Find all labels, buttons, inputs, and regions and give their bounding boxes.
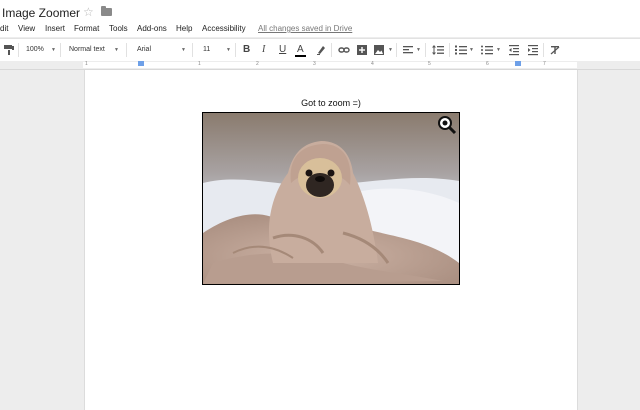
style-select[interactable]: Normal text [69, 46, 105, 53]
ruler-number: 6 [486, 61, 489, 67]
toolbar-divider [126, 43, 127, 57]
insert-image-icon[interactable] [373, 44, 385, 56]
menu-edit[interactable]: dit [0, 24, 8, 33]
numbered-list-icon[interactable] [455, 44, 467, 56]
save-status-link[interactable]: All changes saved in Drive [258, 24, 352, 33]
page-caption: Got to zoom =) [301, 98, 361, 108]
menu-format[interactable]: Format [74, 24, 99, 33]
menu-tools[interactable]: Tools [109, 24, 128, 33]
magnifier-zoom-icon[interactable] [437, 115, 457, 135]
toolbar-divider [18, 43, 19, 57]
menu-view[interactable]: View [18, 24, 35, 33]
chevron-down-icon: ▼ [416, 47, 421, 53]
toolbar-divider [331, 43, 332, 57]
underline-icon[interactable]: U [279, 44, 286, 56]
ruler-page-area [83, 62, 577, 68]
paint-format-icon[interactable] [3, 44, 15, 56]
clear-formatting-icon[interactable] [549, 44, 561, 56]
ruler-number: 7 [543, 61, 546, 67]
menu-bar: dit View Insert Format Tools Add-ons Hel… [0, 21, 640, 37]
line-spacing-icon[interactable] [432, 44, 444, 56]
text-color-bar [295, 55, 306, 57]
toolbar-divider [449, 43, 450, 57]
indent-marker[interactable] [138, 61, 144, 66]
chevron-down-icon: ▼ [114, 47, 119, 53]
menu-addons[interactable]: Add-ons [137, 24, 167, 33]
link-icon[interactable] [338, 44, 350, 56]
chevron-down-icon: ▼ [51, 47, 56, 53]
ruler-number: 5 [428, 61, 431, 67]
toolbar-divider [543, 43, 544, 57]
increase-indent-icon[interactable] [527, 44, 539, 56]
menu-accessibility[interactable]: Accessibility [202, 24, 246, 33]
pug-photo[interactable] [203, 113, 459, 284]
chevron-down-icon: ▼ [181, 47, 186, 53]
toolbar-divider [192, 43, 193, 57]
highlight-pen-icon[interactable] [315, 44, 327, 56]
ruler-number: 1 [85, 61, 88, 67]
align-left-icon[interactable] [402, 44, 414, 56]
italic-icon[interactable]: I [262, 44, 265, 56]
menu-help[interactable]: Help [176, 24, 192, 33]
chevron-down-icon: ▼ [496, 47, 501, 53]
toolbar-divider [425, 43, 426, 57]
toolbar-divider [235, 43, 236, 57]
ruler-number: 4 [371, 61, 374, 67]
decrease-indent-icon[interactable] [508, 44, 520, 56]
star-icon[interactable]: ☆ [83, 5, 94, 19]
chevron-down-icon: ▼ [469, 47, 474, 53]
chevron-down-icon: ▼ [388, 47, 393, 53]
zoomable-image[interactable] [202, 112, 460, 285]
font-select[interactable]: Arial [137, 46, 151, 53]
zoom-select[interactable]: 100% [26, 46, 44, 53]
toolbar-divider [396, 43, 397, 57]
bold-icon[interactable]: B [243, 44, 250, 56]
insert-comment-icon[interactable] [356, 44, 368, 56]
right-indent-marker[interactable] [515, 61, 521, 66]
font-size-select[interactable]: 11 [203, 46, 210, 53]
menu-insert[interactable]: Insert [45, 24, 65, 33]
ruler: 1 1 2 3 4 5 6 7 [0, 61, 640, 70]
document-title[interactable]: Image Zoomer [2, 6, 80, 20]
bulleted-list-icon[interactable] [481, 44, 493, 56]
folder-icon[interactable] [101, 6, 112, 16]
ruler-number: 1 [198, 61, 201, 67]
ruler-number: 3 [313, 61, 316, 67]
ruler-number: 2 [256, 61, 259, 67]
toolbar: 100% ▼ Normal text ▼ Arial ▼ 11 ▼ B I U … [0, 38, 640, 62]
document-page[interactable]: Got to zoom =) [84, 70, 578, 410]
chevron-down-icon: ▼ [226, 47, 231, 53]
toolbar-divider [60, 43, 61, 57]
